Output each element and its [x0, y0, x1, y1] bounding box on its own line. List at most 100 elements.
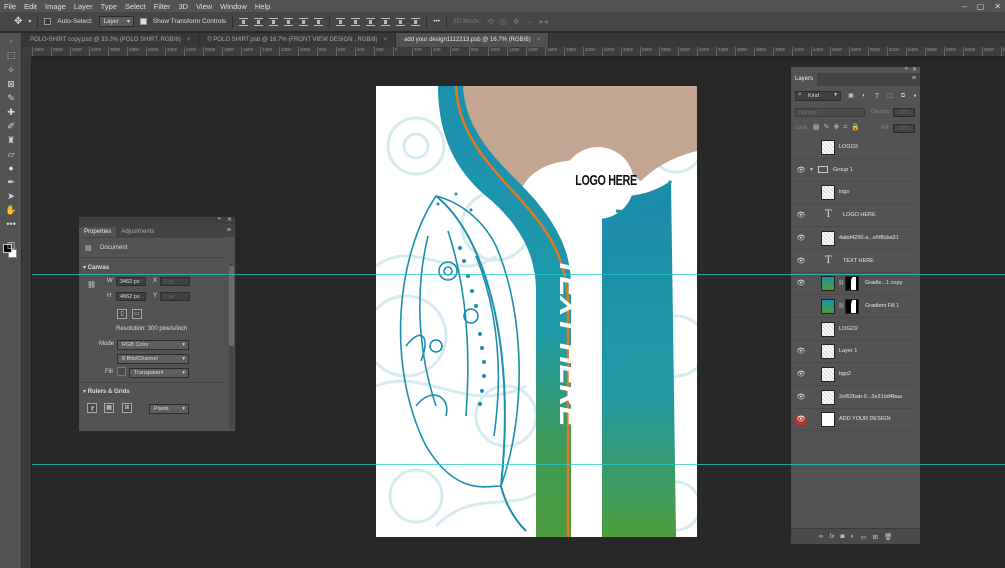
document-tab[interactable]: © POLO SHIRT.psb @ 16.7% (FRONT VIEW DES… [199, 33, 397, 47]
menu-edit[interactable]: Edit [20, 2, 41, 11]
layer-row[interactable]: 👁 bgs2 [793, 364, 913, 386]
filter-adjustment-icon[interactable]: ◐ [860, 93, 868, 100]
rulers-grids-header[interactable]: Rulers & Grids [83, 388, 130, 395]
edit-toolbar-icon[interactable]: ••• [5, 219, 17, 230]
tab-close-icon[interactable]: × [384, 37, 388, 43]
layer-row[interactable]: 👁 Layer 1 [793, 341, 913, 364]
mask-link-icon[interactable]: ⛓ [838, 280, 844, 286]
layer-name[interactable]: LOGO HERE [843, 212, 876, 218]
canvas-section-header[interactable]: Canvas [83, 264, 109, 271]
opacity-field[interactable]: 100% [893, 108, 915, 117]
blur-tool-icon[interactable]: ● [5, 163, 17, 174]
ruler-origin[interactable] [22, 47, 32, 57]
layer-name[interactable]: logo [839, 189, 849, 195]
filter-toggle-icon[interactable]: ● [911, 93, 919, 100]
eyedropper-icon[interactable]: ✎ [5, 93, 17, 104]
scrollbar-thumb[interactable] [229, 266, 234, 346]
layer-row[interactable]: 👁 ⛓ Gradie...1 copy [793, 273, 913, 296]
visibility-eye-icon[interactable]: 👁 [796, 302, 806, 312]
layer-row[interactable]: 👁 T TEXT HERE [793, 251, 913, 273]
hand-tool-icon[interactable]: ✋ [5, 205, 17, 216]
tab-adjustments[interactable]: Adjustments [116, 227, 159, 237]
add-mask-icon[interactable]: ◙ [840, 533, 844, 540]
stamp-tool-icon[interactable]: ♜ [5, 135, 17, 146]
layer-filter-kind-select[interactable]: Kind [795, 91, 841, 101]
visibility-eye-icon[interactable]: 👁 [796, 234, 806, 244]
brush-tool-icon[interactable]: ✐ [5, 121, 17, 132]
grid-toggle-icon[interactable]: ▦ [104, 403, 114, 413]
mask-thumbnail[interactable] [845, 298, 859, 314]
tool-preset-arrow-icon[interactable]: ▾ [28, 18, 31, 25]
minimize-icon[interactable]: – [962, 2, 966, 11]
tab-close-icon[interactable]: × [187, 37, 191, 43]
layer-style-icon[interactable]: fx [829, 533, 834, 540]
panel-collapse-icon[interactable]: » [5, 37, 17, 48]
3d-scale-icon[interactable]: ▸◂ [540, 17, 548, 26]
eraser-tool-icon[interactable]: ▱ [5, 149, 17, 160]
new-layer-icon[interactable]: ⊞ [873, 533, 878, 541]
tab-properties[interactable]: Properties [79, 227, 117, 237]
menu-layer[interactable]: Layer [70, 2, 97, 11]
distribute-bottom-icon[interactable] [366, 17, 376, 26]
distribute-left-icon[interactable] [381, 17, 391, 26]
new-group-icon[interactable]: ▭ [860, 533, 866, 541]
layer-name[interactable]: TEXT HERE [843, 258, 874, 264]
align-bottom-icon[interactable] [269, 17, 279, 26]
layer-name[interactable]: Gradie...1 copy [865, 280, 902, 286]
bit-depth-select[interactable]: 8 Bits/Channel [117, 354, 189, 364]
menu-select[interactable]: Select [121, 2, 150, 11]
close-icon[interactable]: ✕ [994, 2, 1001, 11]
filter-type-icon[interactable]: T [873, 93, 881, 100]
fill-select[interactable]: Transparent [129, 368, 189, 378]
landscape-orientation-icon[interactable]: ▭ [132, 309, 142, 319]
layer-row[interactable]: 👁 T LOGO HERE [793, 205, 913, 228]
collapse-panel-icon[interactable]: « [218, 216, 221, 222]
tab-layers[interactable]: Layers [791, 73, 817, 86]
distribute-middle-icon[interactable] [351, 17, 361, 26]
mask-thumbnail[interactable] [845, 276, 859, 292]
document-tab[interactable]: POLO-SHIRT copy.psd @ 33.3% (POLO SHIRT,… [22, 33, 200, 47]
layer-name[interactable]: bgs2 [839, 371, 851, 377]
layer-row[interactable]: 👁 2ef62bab-9...3e31dd4baa [793, 387, 913, 409]
visibility-eye-icon[interactable]: 👁 [796, 279, 806, 289]
guide-line[interactable] [32, 464, 1005, 465]
guides-toggle-icon[interactable]: ⊞ [122, 403, 132, 413]
lock-options-icon[interactable]: ▦✎✥⌗🔒 [813, 123, 864, 132]
menu-image[interactable]: Image [41, 2, 70, 11]
layer-name[interactable]: ADD YOUR DESIGN [839, 416, 891, 422]
visibility-eye-icon[interactable]: 👁 [796, 370, 806, 380]
layer-name[interactable]: Group 1 [833, 167, 853, 173]
align-right-icon[interactable] [314, 17, 324, 26]
panel-menu-icon[interactable]: ≡ [912, 75, 916, 82]
layer-row[interactable]: 👁 logo [793, 182, 913, 205]
guide-line[interactable] [32, 274, 1005, 275]
path-select-icon[interactable]: ➤ [5, 191, 17, 202]
layer-name[interactable]: LOGO2 [839, 326, 858, 332]
auto-select-dropdown[interactable]: Layer [98, 16, 134, 27]
crop-tool-icon[interactable]: ⊠ [5, 79, 17, 90]
x-field[interactable]: 0 px [160, 277, 190, 286]
visibility-eye-icon[interactable]: 👁 [796, 211, 806, 221]
menu-help[interactable]: Help [251, 2, 274, 11]
width-field[interactable]: 3462 px [116, 277, 146, 286]
visibility-eye-icon[interactable]: 👁 [796, 188, 806, 198]
ruler-units-select[interactable]: Pixels [149, 404, 189, 414]
visibility-eye-icon[interactable]: 👁 [796, 143, 806, 153]
document-tab[interactable]: add your design1112213.psb @ 16.7% (RGB/… [396, 33, 550, 47]
menu-type[interactable]: Type [97, 2, 121, 11]
close-panel-icon[interactable]: ✕ [227, 216, 232, 223]
panel-header-strip[interactable]: « ✕ [79, 216, 235, 224]
close-panel-icon[interactable]: ✕ [912, 66, 917, 73]
link-layers-icon[interactable]: ∞ [819, 533, 824, 540]
more-options-button[interactable]: ••• [433, 18, 440, 25]
pen-tool-icon[interactable]: ✒ [5, 177, 17, 188]
mask-link-icon[interactable]: ⛓ [838, 303, 844, 309]
marquee-tool-icon[interactable]: ⬚ [5, 50, 17, 61]
visibility-eye-icon[interactable]: 👁 [796, 347, 806, 357]
3d-rotate-icon[interactable]: ⟲ [487, 17, 494, 26]
layer-row[interactable]: 👁 ADD YOUR DESIGN [793, 409, 913, 432]
healing-brush-icon[interactable]: ✚ [5, 107, 17, 118]
layer-row[interactable]: 👁 ▾ Group 1 [793, 160, 913, 182]
group-expand-icon[interactable]: ▾ [810, 166, 813, 173]
delete-layer-icon[interactable]: 🗑 [884, 533, 892, 541]
